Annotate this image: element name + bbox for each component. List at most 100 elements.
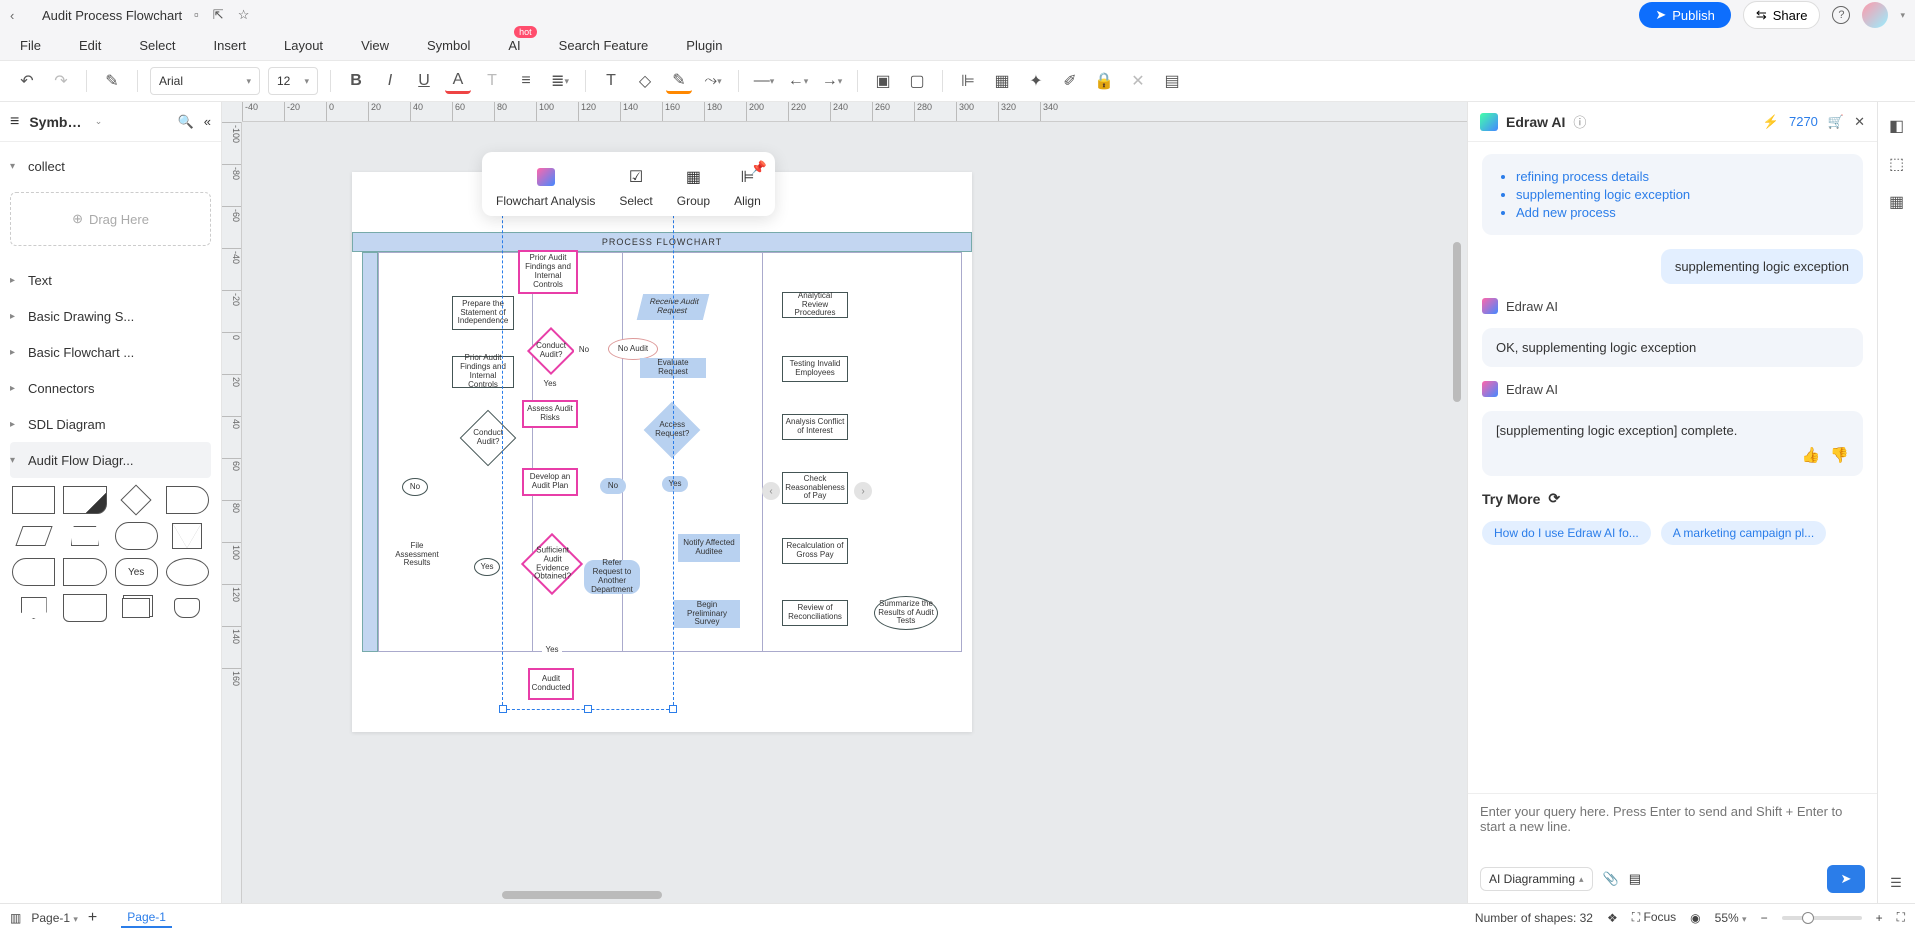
- nav-right-icon[interactable]: ›: [854, 482, 872, 500]
- section-connectors[interactable]: ▸Connectors: [10, 370, 211, 406]
- menu-insert[interactable]: Insert: [214, 38, 247, 53]
- zoom-slider[interactable]: [1782, 916, 1862, 920]
- shape-recalc[interactable]: Recalculation of Gross Pay: [782, 538, 848, 564]
- export-icon[interactable]: ⇱: [213, 7, 224, 23]
- ai-info-icon[interactable]: ⓘ: [1573, 112, 1586, 131]
- shape-notify[interactable]: Notify Affected Auditee: [678, 534, 740, 562]
- font-family-select[interactable]: Arial▾: [150, 67, 260, 95]
- shape-stadium[interactable]: [12, 558, 55, 586]
- bring-front-icon[interactable]: ▣: [870, 68, 896, 94]
- sidebar-search-icon[interactable]: 🔍: [178, 114, 194, 130]
- shape-decision[interactable]: [115, 486, 158, 514]
- menu-search-feature[interactable]: Search Feature: [559, 38, 649, 53]
- section-collect[interactable]: ▾collect: [10, 148, 211, 184]
- redo-icon[interactable]: ↷: [48, 68, 74, 94]
- focus-toggle[interactable]: ⛶ Focus: [1632, 910, 1676, 925]
- section-audit-flow[interactable]: ▾Audit Flow Diagr...: [10, 442, 211, 478]
- sidebar-expand-icon[interactable]: ⌄: [95, 116, 103, 127]
- shape-multi-doc[interactable]: [115, 594, 158, 622]
- nav-left-icon[interactable]: ‹: [762, 482, 780, 500]
- text-tool-icon[interactable]: T: [598, 68, 624, 94]
- share-button[interactable]: ⇆ Share: [1743, 1, 1821, 29]
- presentation-icon[interactable]: ◉: [1690, 911, 1700, 925]
- shape-stored[interactable]: [166, 594, 209, 622]
- shape-terminator[interactable]: [166, 486, 209, 514]
- selection-marquee[interactable]: [502, 160, 674, 710]
- menu-select[interactable]: Select: [139, 38, 175, 53]
- zoom-in-button[interactable]: +: [1876, 911, 1883, 925]
- shape-circle[interactable]: [166, 558, 209, 586]
- table-icon[interactable]: ▤: [1159, 68, 1185, 94]
- cart-icon[interactable]: 🛒: [1828, 114, 1844, 130]
- shape-manual[interactable]: [63, 522, 106, 550]
- page-tab[interactable]: Page-1: [121, 908, 172, 928]
- page-canvas[interactable]: PROCESS FLOWCHART Prepare the Statement …: [352, 172, 972, 732]
- suggestion-item[interactable]: refining process details: [1516, 169, 1849, 184]
- avatar[interactable]: [1862, 2, 1888, 28]
- suggestion-chip[interactable]: A marketing campaign pl...: [1661, 521, 1826, 545]
- shape-review[interactable]: Review of Reconciliations: [782, 600, 848, 626]
- help-icon[interactable]: ?: [1832, 6, 1850, 24]
- shape-begin-survey[interactable]: Begin Preliminary Survey: [674, 600, 740, 628]
- section-basic-flowchart[interactable]: ▸Basic Flowchart ...: [10, 334, 211, 370]
- menu-file[interactable]: File: [20, 38, 41, 53]
- shape-doc[interactable]: [63, 594, 106, 622]
- menu-edit[interactable]: Edit: [79, 38, 101, 53]
- ai-attach-icon[interactable]: 📎: [1603, 871, 1619, 887]
- effects-icon[interactable]: ✦: [1023, 68, 1049, 94]
- zoom-value[interactable]: 55% ▾: [1715, 911, 1747, 925]
- menu-layout[interactable]: Layout: [284, 38, 323, 53]
- arrow-start-icon[interactable]: ←▾: [785, 68, 811, 94]
- avatar-dropdown[interactable]: ▾: [1900, 10, 1905, 21]
- group-icon[interactable]: ▦: [989, 68, 1015, 94]
- ai-mode-select[interactable]: AI Diagramming▴: [1480, 867, 1593, 891]
- lock-edit-icon[interactable]: ✐: [1057, 68, 1083, 94]
- drag-here-zone[interactable]: ⊕Drag Here: [10, 192, 211, 246]
- shape-capsule[interactable]: [115, 522, 158, 550]
- font-size-select[interactable]: 12▾: [268, 67, 318, 95]
- popup-select[interactable]: ☑ Select: [609, 162, 662, 212]
- align-text-icon[interactable]: ≡: [513, 68, 539, 94]
- thumbs-down-icon[interactable]: 👎: [1830, 446, 1849, 464]
- fullscreen-icon[interactable]: ⛶: [1897, 910, 1905, 925]
- pin-icon[interactable]: 📌: [751, 160, 767, 176]
- apps-icon[interactable]: ▦: [1889, 192, 1904, 212]
- sidebar-collapse-icon[interactable]: «: [204, 114, 211, 129]
- ai-input[interactable]: [1480, 804, 1865, 846]
- line-style-icon[interactable]: —▾: [751, 68, 777, 94]
- shape-yes[interactable]: Yes: [115, 558, 158, 586]
- shape-yes-ellipse[interactable]: Yes: [474, 558, 500, 576]
- refresh-icon[interactable]: ⟳: [1548, 490, 1560, 507]
- arrow-end-icon[interactable]: →▾: [819, 68, 845, 94]
- menu-symbol[interactable]: Symbol: [427, 38, 470, 53]
- line-spacing-icon[interactable]: ≣▾: [547, 68, 573, 94]
- ai-send-button[interactable]: ➤: [1827, 865, 1865, 893]
- stroke-color-icon[interactable]: ✎: [666, 68, 692, 94]
- suggestion-item[interactable]: Add new process: [1516, 205, 1849, 220]
- font-color-icon[interactable]: A: [445, 68, 471, 94]
- section-sdl[interactable]: ▸SDL Diagram: [10, 406, 211, 442]
- settings-rail-icon[interactable]: ☰: [1890, 875, 1902, 891]
- lock-icon[interactable]: 🔒: [1091, 68, 1117, 94]
- scrollbar-horizontal[interactable]: [502, 891, 662, 899]
- shape-offpage[interactable]: [12, 594, 55, 622]
- back-button[interactable]: ‹: [10, 8, 30, 23]
- send-back-icon[interactable]: ▢: [904, 68, 930, 94]
- highlight-icon[interactable]: T: [479, 68, 505, 94]
- page-layout-icon[interactable]: ▥: [10, 911, 21, 925]
- page-select[interactable]: Page-1 ▾: [31, 911, 78, 925]
- layers-icon[interactable]: ❖: [1607, 911, 1618, 925]
- thumbs-up-icon[interactable]: 👍: [1802, 446, 1821, 464]
- suggestion-chip[interactable]: How do I use Edraw AI fo...: [1482, 521, 1651, 545]
- sidebar-menu-icon[interactable]: ≡: [10, 113, 19, 131]
- undo-icon[interactable]: ↶: [14, 68, 40, 94]
- shape-data[interactable]: [12, 522, 55, 550]
- add-page-button[interactable]: +: [88, 909, 97, 927]
- suggestion-item[interactable]: supplementing logic exception: [1516, 187, 1849, 202]
- shape-summarize[interactable]: Summarize the Results of Audit Tests: [874, 596, 938, 630]
- fill-icon[interactable]: ◇: [632, 68, 658, 94]
- section-text[interactable]: ▸Text: [10, 262, 211, 298]
- menu-view[interactable]: View: [361, 38, 389, 53]
- shape-testing[interactable]: Testing Invalid Employees: [782, 356, 848, 382]
- import-icon[interactable]: ⬚: [1889, 154, 1904, 174]
